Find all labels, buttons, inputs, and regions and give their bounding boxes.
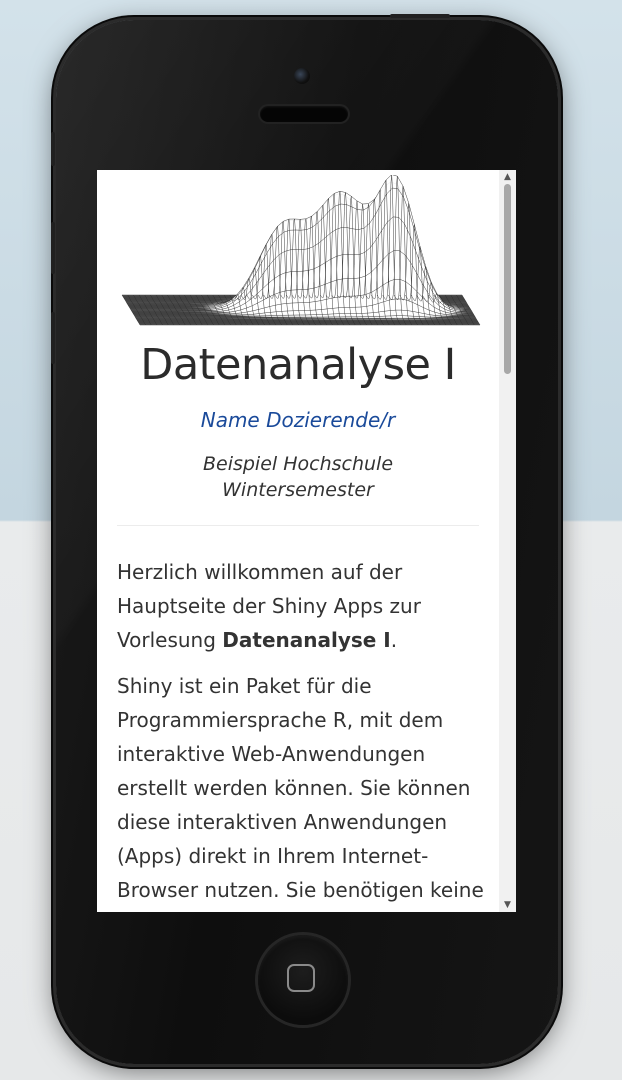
- earpiece-speaker: [260, 106, 348, 122]
- power-button: [390, 14, 450, 18]
- triangle-down-icon[interactable]: ▼: [499, 898, 516, 912]
- divider: [117, 525, 479, 526]
- author-link[interactable]: Name Dozierende/r: [97, 408, 499, 432]
- intro-paragraph-1: Herzlich willkommen auf der Hauptseite d…: [117, 555, 487, 657]
- front-camera: [294, 68, 310, 84]
- intro-paragraph-2: Shiny ist ein Paket für die Programmiers…: [117, 674, 484, 902]
- wireframe-surface-plot-icon: [121, 175, 481, 326]
- volume-up-button: [51, 222, 55, 274]
- scroll-thumb[interactable]: [504, 184, 511, 374]
- mute-switch: [51, 132, 55, 166]
- home-button[interactable]: [258, 935, 348, 1025]
- page-title: Datenanalyse I: [140, 340, 456, 390]
- intro-text-end: .: [390, 628, 398, 652]
- scrollbar[interactable]: ▲ ▼: [499, 170, 516, 912]
- triangle-up-icon[interactable]: ▲: [499, 170, 516, 184]
- home-square-icon: [287, 964, 315, 992]
- phone-screen: Datenanalyse I Name Dozierende/r Beispie…: [97, 170, 516, 912]
- institution-name: Beispiel Hochschule: [202, 453, 394, 475]
- semester-label: Wintersemester: [222, 479, 374, 501]
- institution-block: Beispiel Hochschule Wintersemester: [97, 451, 499, 503]
- volume-down-button: [51, 312, 55, 364]
- course-name-bold: Datenanalyse I: [222, 628, 391, 652]
